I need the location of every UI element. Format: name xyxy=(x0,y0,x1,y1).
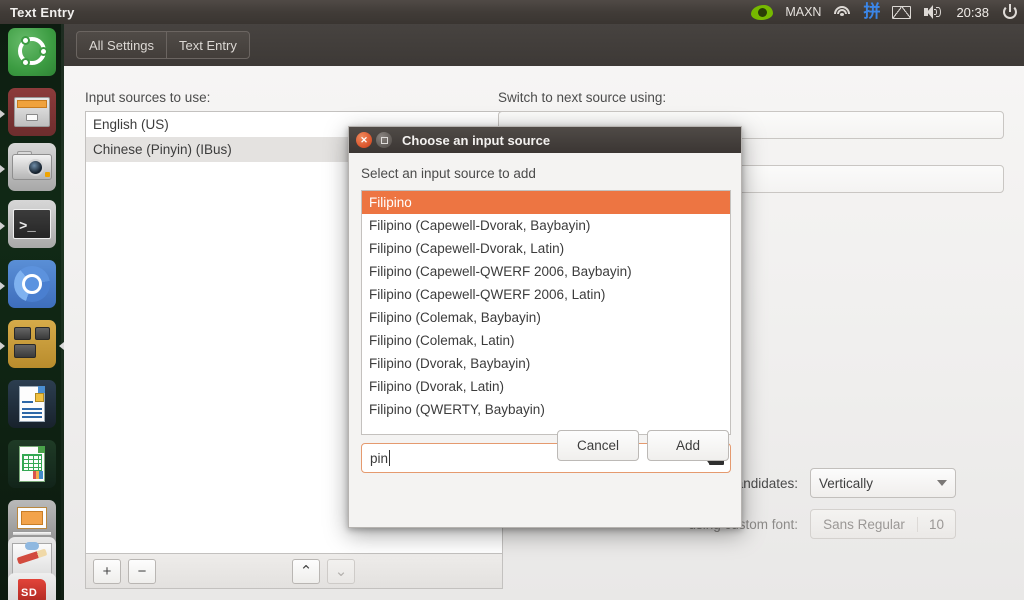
move-source-down-button[interactable]: ⌄ xyxy=(327,558,355,584)
custom-font-size: 10 xyxy=(917,516,955,532)
launcher-item-camera[interactable] xyxy=(8,143,56,191)
launcher-item-files[interactable] xyxy=(8,88,56,136)
gpu-mode-label[interactable]: MAXN xyxy=(779,0,827,24)
volume-icon[interactable] xyxy=(917,0,949,24)
switch-source-label: Switch to next source using: xyxy=(498,90,667,105)
input-source-candidate-list[interactable]: Filipino Filipino (Capewell-Dvorak, Bayb… xyxy=(361,190,731,435)
dialog-buttons: Cancel Add xyxy=(557,430,729,461)
launcher-item-ubuntu-dash[interactable] xyxy=(8,28,56,76)
maximize-icon[interactable] xyxy=(376,132,392,148)
unity-launcher: >_ SD xyxy=(0,24,64,600)
chevron-down-icon xyxy=(937,480,947,486)
wifi-icon[interactable] xyxy=(827,0,857,24)
window-toolbar: All Settings Text Entry xyxy=(64,24,1024,66)
volume-glyph xyxy=(923,4,943,20)
add-button[interactable]: Add xyxy=(647,430,729,461)
launcher-item-terminal[interactable]: >_ xyxy=(8,200,56,248)
dialog-subtitle: Select an input source to add xyxy=(361,166,536,181)
list-item[interactable]: Filipino (Colemak, Baybayin) xyxy=(362,306,730,329)
list-item[interactable]: Filipino (QWERTY, Baybayin) xyxy=(362,398,730,421)
launcher-item-workspace-switcher[interactable] xyxy=(8,320,56,368)
dialog-title: Choose an input source xyxy=(402,132,551,148)
all-settings-button[interactable]: All Settings xyxy=(77,32,168,58)
system-tray: MAXN 拼 20:38 xyxy=(745,0,1024,24)
list-item[interactable]: Filipino (Capewell-Dvorak, Baybayin) xyxy=(362,214,730,237)
input-sources-label: Input sources to use: xyxy=(85,90,211,105)
launcher-running-arrow-terminal xyxy=(0,222,5,230)
launcher-running-arrow-files xyxy=(0,110,5,118)
screen: Text Entry MAXN 拼 20:38 >_ SD All Settin… xyxy=(0,0,1024,600)
input-candidates-value: Vertically xyxy=(819,475,874,491)
wifi-glyph xyxy=(833,5,851,19)
custom-font-name: Sans Regular xyxy=(823,516,905,532)
launcher-item-sd-card[interactable]: SD xyxy=(8,573,56,600)
envelope-glyph xyxy=(892,5,912,19)
add-source-button[interactable]: + xyxy=(93,558,121,584)
panel-app-title: Text Entry xyxy=(10,4,75,20)
breadcrumb: All Settings Text Entry xyxy=(76,31,250,59)
choose-input-source-dialog: ✕ Choose an input source Select an input… xyxy=(348,126,742,528)
nvidia-logo-icon[interactable] xyxy=(745,0,779,24)
move-source-up-button[interactable]: ⌃ xyxy=(292,558,320,584)
launcher-running-arrow-chromium xyxy=(0,282,5,290)
input-candidates-select[interactable]: Vertically xyxy=(810,468,956,498)
clock[interactable]: 20:38 xyxy=(949,0,996,24)
gear-glyph xyxy=(1002,4,1018,20)
list-item[interactable]: Filipino (Dvorak, Baybayin) xyxy=(362,352,730,375)
remove-source-button[interactable]: − xyxy=(128,558,156,584)
nvidia-logo-glyph xyxy=(751,4,774,20)
maximize-square-glyph xyxy=(380,136,388,144)
launcher-item-libreoffice-calc[interactable] xyxy=(8,440,56,488)
top-panel: Text Entry MAXN 拼 20:38 xyxy=(0,0,1024,24)
list-item[interactable]: Filipino (Dvorak, Latin) xyxy=(362,375,730,398)
list-item[interactable]: Filipino (Colemak, Latin) xyxy=(362,329,730,352)
input-sources-toolbar: + − ⌃ ⌄ xyxy=(85,554,503,589)
list-item[interactable]: Filipino (Capewell-QWERF 2006, Baybayin) xyxy=(362,260,730,283)
nvidia-pupil-shape xyxy=(758,7,768,17)
envelope-icon[interactable] xyxy=(886,0,917,24)
dialog-body: Select an input source to add Filipino F… xyxy=(349,153,741,473)
launcher-running-arrow-camera xyxy=(0,165,5,173)
ime-pinyin-glyph: 拼 xyxy=(863,1,881,22)
list-item[interactable]: Filipino (Capewell-QWERF 2006, Latin) xyxy=(362,283,730,306)
cancel-button[interactable]: Cancel xyxy=(557,430,639,461)
launcher-item-libreoffice-writer[interactable] xyxy=(8,380,56,428)
ime-indicator-icon[interactable]: 拼 xyxy=(857,0,886,24)
text-entry-button[interactable]: Text Entry xyxy=(167,32,249,58)
list-item[interactable]: Filipino xyxy=(362,191,730,214)
launcher-item-chromium[interactable] xyxy=(8,260,56,308)
custom-font-button[interactable]: Sans Regular 10 xyxy=(810,509,956,539)
text-caret xyxy=(389,450,391,466)
terminal-prompt-glyph: >_ xyxy=(19,219,36,235)
close-icon[interactable]: ✕ xyxy=(356,132,372,148)
search-input-value: pin xyxy=(370,450,389,466)
list-item[interactable]: Filipino (Capewell-Dvorak, Latin) xyxy=(362,237,730,260)
gear-power-icon[interactable] xyxy=(996,0,1024,24)
launcher-running-arrow-workspace xyxy=(0,342,5,350)
dialog-titlebar[interactable]: ✕ Choose an input source xyxy=(349,127,741,153)
